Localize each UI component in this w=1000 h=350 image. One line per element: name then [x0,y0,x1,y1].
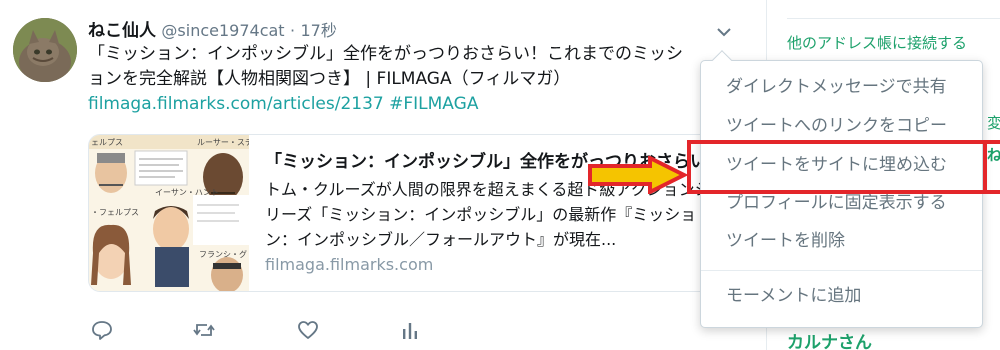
menu-item-add-to-moment[interactable]: モーメントに追加 [701,278,982,314]
highlight-box [687,140,987,194]
user-handle[interactable]: @since1974cat [161,21,284,40]
card-image-label: ルーサー・スティ [197,138,249,147]
tweet-header: ねこ仙人 @since1974cat · 17秒 [88,16,337,41]
menu-item-share-dm[interactable]: ダイレクトメッセージで共有 [701,69,982,105]
card-image-label: ・フェルプス [91,208,139,217]
retweet-icon[interactable] [192,318,216,342]
analytics-icon[interactable] [398,318,422,342]
card-image-label: イーサン・ハント [155,188,219,197]
cat-avatar-image [13,18,77,82]
card-thumbnail-image: ェルプス ルーサー・スティ イーサン・ハント [89,135,260,291]
menu-divider [701,270,982,271]
avatar[interactable] [13,18,77,82]
sidebar-text-fragment: 変 [987,114,1000,132]
suggested-user-name[interactable]: カルナさん [787,328,872,350]
menu-item-delete-tweet[interactable]: ツイートを削除 [701,223,982,259]
reply-icon[interactable] [90,318,114,342]
tweet-link[interactable]: filmaga.filmarks.com/articles/2137 #FILM… [88,94,478,114]
highlight-box-edge [987,140,1000,194]
tweet-text: 「ミッション：インポッシブル」全作をがっつりおさらい！これまでのミッションを完全… [88,44,683,89]
sidebar-divider [787,18,1000,19]
tweet-actions [88,318,488,342]
connect-address-book-link[interactable]: 他のアドレス帳に接続する [787,32,967,53]
separator-dot: · [289,21,296,40]
card-image-label: フランシ・グ [199,249,247,259]
heart-icon[interactable] [296,318,320,342]
card-image-label: ェルプス [91,138,123,147]
timestamp[interactable]: 17秒 [300,21,336,40]
pointer-arrow-icon [588,154,689,196]
more-options-chevron-icon[interactable] [714,22,734,42]
menu-item-copy-link[interactable]: ツイートへのリンクをコピー [701,108,982,144]
display-name[interactable]: ねこ仙人 [88,21,156,41]
tweet-options-menu: ダイレクトメッセージで共有 ツイートへのリンクをコピー ツイートをサイトに埋め込… [700,50,983,328]
card-domain: filmaga.filmarks.com [265,255,434,274]
